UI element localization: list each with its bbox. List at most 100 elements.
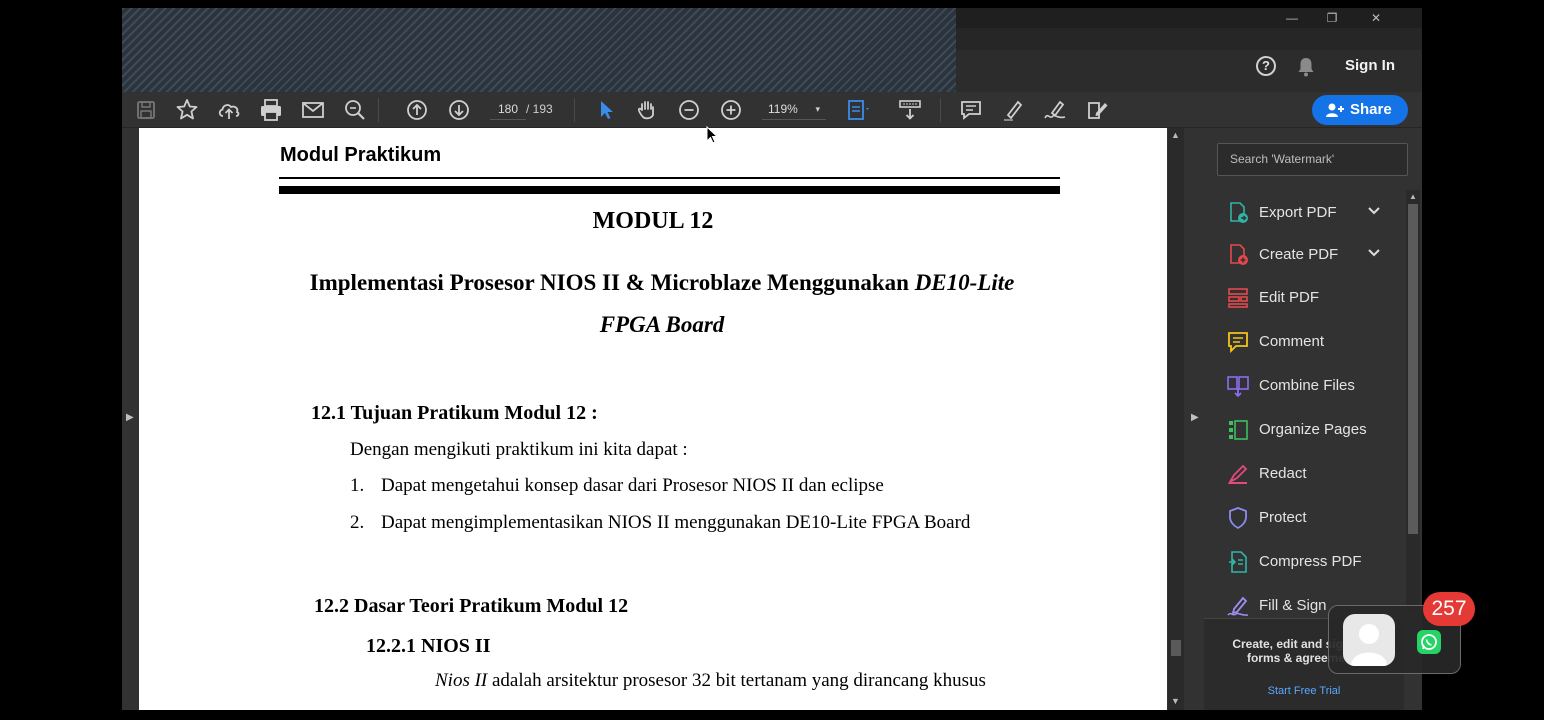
body-paragraph: Nios II adalah arsitektur prosesor 32 bi… [435, 670, 986, 692]
main-toolbar: 180 / 193 119% ▾ Share [122, 92, 1422, 128]
restore-button[interactable]: ❐ [1312, 8, 1352, 28]
upload-cloud-icon[interactable] [215, 96, 243, 124]
document-title-line-2: FPGA Board [599, 312, 725, 337]
highlight-icon[interactable] [999, 96, 1027, 124]
section-heading-12-1: 12.1 Tujuan Pratikum Modul 12 : [311, 402, 598, 424]
subsection-heading-12-2-1: 12.2.1 NIOS II [366, 635, 491, 657]
protect-icon [1226, 506, 1250, 530]
list-item: 1. Dapat mengetahui konsep dasar dari Pro… [350, 475, 884, 497]
section-heading-12-2: 12.2 Dasar Teori Pratikum Modul 12 [314, 595, 629, 617]
tool-comment[interactable]: Comment [1204, 325, 1404, 359]
email-icon[interactable] [299, 96, 327, 124]
list-number: 2. [350, 512, 365, 533]
top-bar: ? Sign In [956, 50, 1422, 92]
start-free-trial-link[interactable]: Start Free Trial [1204, 685, 1404, 697]
comment-icon [1226, 330, 1250, 354]
page-number-input[interactable]: 180 [490, 98, 526, 120]
document-scrollbar[interactable]: ▲ ▼ [1168, 128, 1184, 710]
fill-sign-icon [1226, 594, 1250, 618]
zoom-out-icon[interactable] [675, 96, 703, 124]
title-italic: DE10-Lite [914, 270, 1015, 295]
list-text: Dapat mengetahui konsep dasar dari Prose… [381, 475, 884, 496]
sign-in-button[interactable]: Sign In [1345, 57, 1395, 74]
tool-label: Combine Files [1259, 377, 1355, 394]
help-icon[interactable]: ? [1256, 56, 1276, 76]
share-label: Share [1350, 101, 1392, 118]
section-intro: Dengan mengikuti praktikum ini kita dapa… [350, 439, 688, 460]
avatar[interactable] [1343, 614, 1395, 666]
pdf-page[interactable]: Modul Praktikum MODUL 12 Implementasi Pr… [139, 128, 1167, 710]
scrollbar-thumb[interactable] [1408, 204, 1418, 534]
scroll-down-icon[interactable]: ▼ [1171, 696, 1180, 706]
left-pane-toggle-icon[interactable]: ▶ [126, 412, 136, 426]
close-button[interactable]: ✕ [1356, 8, 1396, 28]
header-rule-thin [279, 177, 1060, 179]
chevron-down-icon: ▾ [815, 104, 820, 114]
tool-label: Organize Pages [1259, 421, 1367, 438]
create-pdf-icon [1226, 243, 1250, 267]
tools-search-input[interactable]: Search 'Watermark' [1217, 143, 1408, 176]
list-text: Dapat mengimplementasikan NIOS II menggu… [381, 512, 971, 533]
redact-icon [1226, 462, 1250, 486]
scrollbar-thumb[interactable] [1171, 640, 1181, 656]
page-total: / 193 [526, 102, 553, 116]
document-title-line-1: Implementasi Prosesor NIOS II & Microbla… [139, 270, 1167, 296]
zoom-in-icon[interactable] [717, 96, 745, 124]
chevron-down-icon[interactable] [1367, 246, 1381, 260]
sign-icon[interactable] [1041, 96, 1069, 124]
tools-pane-scrollbar[interactable]: ▲ [1406, 190, 1420, 610]
fit-page-icon[interactable] [844, 96, 872, 124]
export-pdf-icon [1226, 201, 1250, 225]
para-italic: Nios II [435, 670, 488, 691]
whatsapp-icon [1417, 630, 1441, 654]
find-icon[interactable] [341, 96, 369, 124]
add-user-icon [1326, 103, 1344, 117]
title-bar: — ❐ ✕ [956, 8, 1422, 28]
tool-create-pdf[interactable]: Create PDF [1204, 238, 1404, 272]
share-button[interactable]: Share [1312, 95, 1408, 125]
tool-protect[interactable]: Protect [1204, 501, 1404, 535]
tool-label: Edit PDF [1259, 289, 1320, 306]
zoom-level-select[interactable]: 119% ▾ [762, 98, 826, 120]
compress-pdf-icon [1226, 550, 1250, 574]
tool-label: Compress PDF [1259, 553, 1362, 570]
module-title: MODUL 12 [592, 208, 714, 234]
bell-icon[interactable] [1296, 56, 1316, 78]
edit-tools-icon[interactable] [1083, 96, 1111, 124]
list-item: 2. Dapat mengimplementasikan NIOS II meng… [350, 512, 970, 534]
tool-organize-pages[interactable]: Organize Pages [1204, 413, 1404, 447]
print-icon[interactable] [257, 96, 285, 124]
organize-pages-icon [1226, 418, 1250, 442]
tool-redact[interactable]: Redact [1204, 457, 1404, 491]
tool-label: Fill & Sign [1259, 597, 1327, 614]
chevron-down-icon[interactable] [1367, 204, 1381, 218]
combine-files-icon [1226, 374, 1250, 398]
tool-edit-pdf[interactable]: Edit PDF [1204, 281, 1404, 315]
tool-compress-pdf[interactable]: Compress PDF [1204, 545, 1404, 579]
document-viewport[interactable]: ▶ Modul Praktikum MODUL 12 Implementasi … [122, 128, 1188, 710]
notification-count-badge: 257 [1423, 592, 1475, 626]
scroll-up-icon[interactable]: ▲ [1171, 130, 1180, 140]
scroll-up-icon[interactable]: ▲ [1409, 192, 1417, 201]
minimize-button[interactable]: — [1272, 8, 1312, 28]
list-number: 1. [350, 475, 365, 496]
hand-pan-icon[interactable] [633, 96, 661, 124]
tool-label: Protect [1259, 509, 1307, 526]
save-icon[interactable] [132, 96, 160, 124]
menu-bar [956, 28, 1422, 50]
comment-icon[interactable] [957, 96, 985, 124]
right-pane-toggle[interactable]: ▶ [1188, 128, 1204, 710]
title-plain: Implementasi Prosesor NIOS II & Microbla… [309, 270, 915, 295]
select-cursor-icon[interactable] [592, 96, 620, 124]
scroll-mode-icon[interactable] [896, 96, 924, 124]
tool-combine-files[interactable]: Combine Files [1204, 369, 1404, 403]
para-text: adalah arsitektur prosesor 32 bit tertan… [487, 670, 986, 691]
collapse-arrow-icon: ▶ [1191, 412, 1199, 423]
acrobat-window: — ❐ ✕ ? Sign In 180 / 193 119% ▾ Share ▶… [122, 8, 1422, 710]
tool-label: Export PDF [1259, 204, 1337, 221]
page-down-icon[interactable] [445, 96, 473, 124]
bookmark-star-icon[interactable] [173, 96, 201, 124]
title-area-background [122, 8, 956, 92]
page-up-icon[interactable] [403, 96, 431, 124]
tool-export-pdf[interactable]: Export PDF [1204, 196, 1404, 230]
